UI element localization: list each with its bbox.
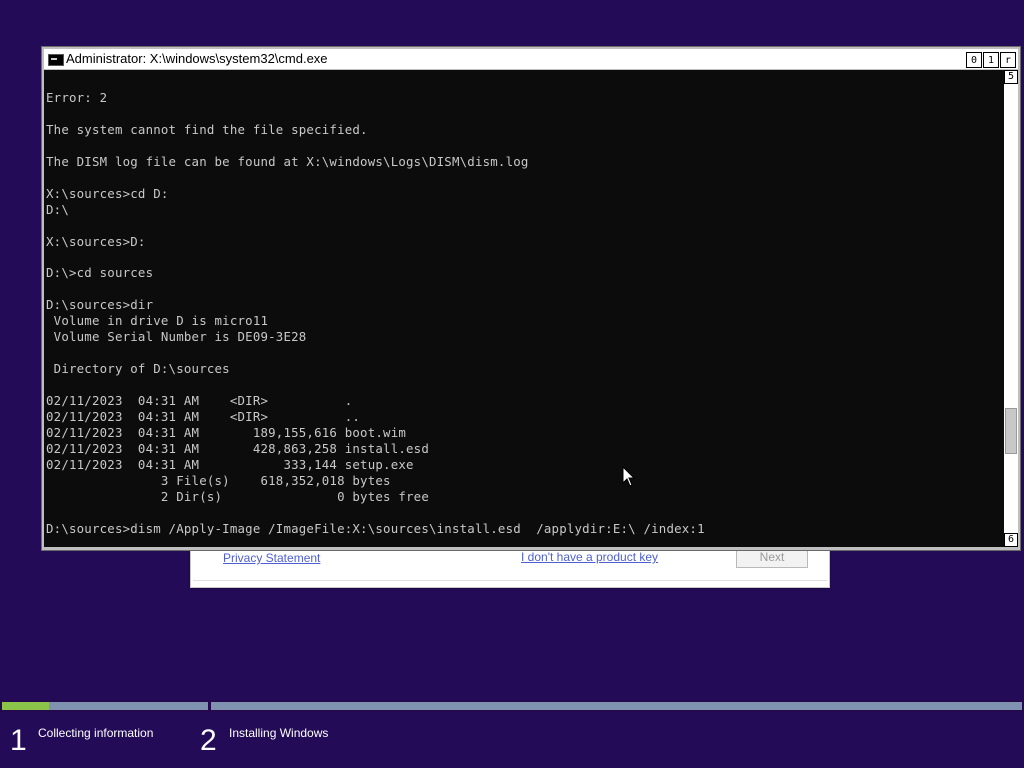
step-number: 2 [200,724,217,757]
maximize-button[interactable]: 1 [983,52,999,68]
window-title: Administrator: X:\windows\system32\cmd.e… [66,51,328,66]
vertical-scrollbar[interactable]: 5 6 [1004,70,1018,547]
minimize-button[interactable]: 0 [966,52,982,68]
no-product-key-link[interactable]: I don't have a product key [521,550,658,564]
console-text: Error: 2 The system cannot find the file… [46,89,705,536]
scroll-down-button[interactable]: 6 [1004,533,1018,547]
mouse-pointer-icon [622,466,636,487]
scroll-up-button[interactable]: 5 [1004,70,1018,84]
scroll-thumb[interactable] [1005,408,1017,454]
step-label: Collecting information [38,726,154,740]
cmd-icon[interactable] [48,54,64,66]
cmd-window[interactable]: Administrator: X:\windows\system32\cmd.e… [41,46,1021,551]
step-number: 1 [10,724,27,757]
privacy-statement-link[interactable]: Privacy Statement [223,551,320,565]
progress-segment-installing [211,702,1022,710]
window-controls: 0 1 r [966,52,1016,68]
title-bar[interactable]: Administrator: X:\windows\system32\cmd.e… [44,49,1018,70]
console-output[interactable]: Error: 2 The system cannot find the file… [44,70,1004,547]
close-button[interactable]: r [1000,52,1016,68]
step-label: Installing Windows [229,726,329,740]
progress-fill-collecting [2,702,49,710]
